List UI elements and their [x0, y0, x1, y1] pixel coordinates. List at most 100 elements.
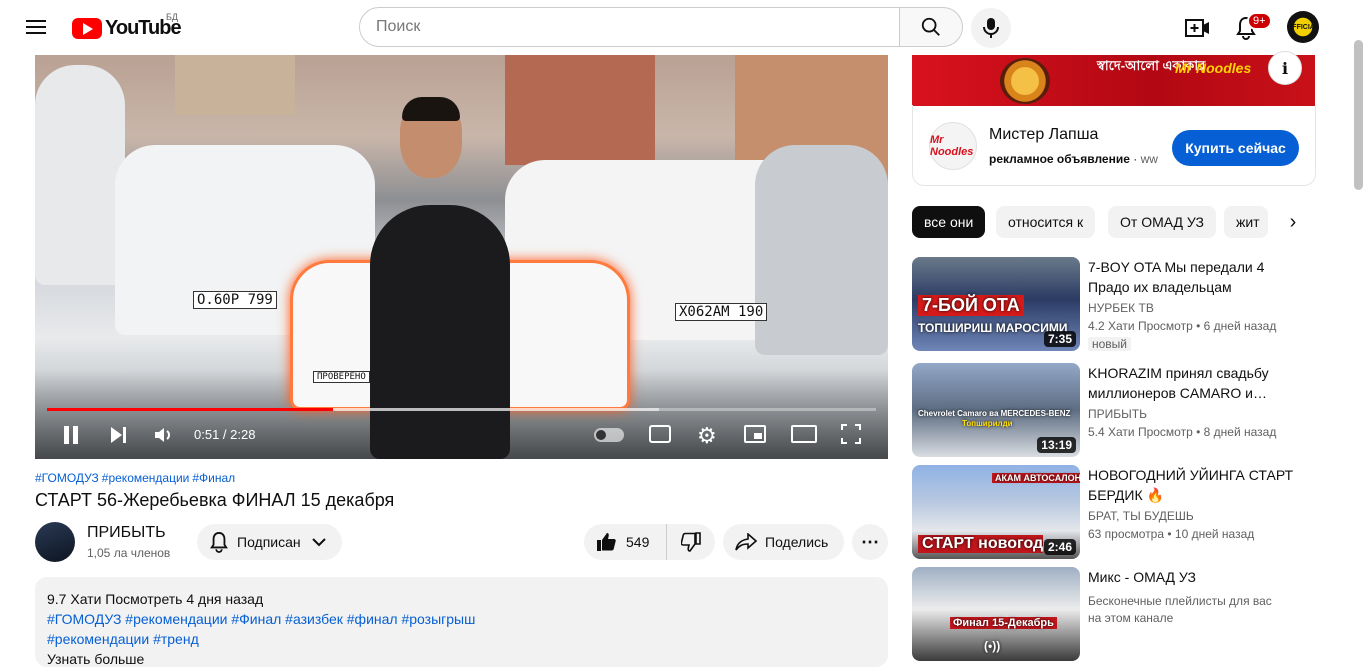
youtube-logo[interactable]: YouTube [72, 17, 182, 39]
advertiser-name[interactable]: Мистер Лапша [989, 126, 1098, 144]
settings-gear-icon[interactable]: ⚙ [697, 423, 717, 449]
video-thumbnail[interactable]: АКАМ АВТОСАЛОН СТАРТ новогодний 2:46 [912, 465, 1080, 559]
create-button[interactable] [1179, 8, 1219, 48]
description-tags[interactable]: #рекомендации #тренд [47, 629, 876, 649]
video-thumbnail[interactable]: Chevrolet Camaro ва MERCEDES-BENZ Топшир… [912, 363, 1080, 457]
recommended-video-meta: на этом канале [1088, 611, 1174, 625]
subscriber-count: 1,05 ла членов [87, 546, 171, 560]
recommended-mix[interactable]: Финал 15-Декабрь (•)) Микс - ОМАД УЗ Бес… [912, 567, 1316, 661]
hashtag-link[interactable]: #рекомендации [102, 471, 190, 485]
top-bar: YouTube БД Поиск 9+ OFFICIAL [0, 0, 1366, 56]
recommended-video-meta: 4.2 Хати Просмотр • 6 дней назад [1088, 319, 1277, 333]
chip-all[interactable]: все они [912, 206, 986, 238]
share-icon [735, 533, 757, 551]
video-duration: 2:46 [1043, 539, 1076, 555]
bell-icon [210, 531, 228, 553]
video-hashtags: #ГОМОДУЗ #рекомендации #Финал [35, 471, 238, 485]
search-input[interactable]: Поиск [359, 7, 901, 47]
video-thumbnail[interactable]: 7-БОЙ ОТА ТОПШИРИШ МАРОСИМИ 7:35 [912, 257, 1080, 351]
recommended-video-title[interactable]: Микс - ОМАД УЗ [1088, 567, 1298, 587]
advertiser-logo[interactable]: Mr Noodles [929, 122, 977, 170]
chevron-right-icon[interactable]: › [1277, 206, 1309, 238]
recommended-video[interactable]: 7-БОЙ ОТА ТОПШИРИШ МАРОСИМИ 7:35 7-BOY O… [912, 257, 1316, 351]
microphone-icon [983, 18, 999, 38]
recommended-video-channel: Бесконечные плейлисты для вас [1088, 594, 1272, 608]
recommended-video-channel[interactable]: НУРБЕК ТВ [1088, 301, 1154, 315]
share-button[interactable]: Поделись [723, 524, 844, 560]
ad-brand-logo: Mr Noodles [1175, 60, 1252, 76]
time-display: 0:51 / 2:28 [194, 427, 256, 442]
car-label: ПРОВЕРЕНО [313, 371, 370, 383]
chip-related[interactable]: относится к [996, 206, 1096, 238]
like-button[interactable]: 549 [584, 524, 667, 560]
noodle-bowl-image [1000, 58, 1050, 104]
recommended-video-meta: 5.4 Хати Просмотр • 8 дней назад [1088, 425, 1277, 439]
buy-now-button[interactable]: Купить сейчас [1172, 130, 1299, 166]
presenter-hair [402, 97, 460, 121]
thumbnail-text: СТАРТ новогодний [918, 535, 1043, 553]
next-icon[interactable] [109, 426, 127, 449]
presenter-body [370, 205, 510, 459]
video-duration: 13:19 [1037, 437, 1076, 453]
thumbnail-text: Топширилди [962, 419, 1013, 428]
volume-icon[interactable] [154, 426, 176, 449]
description-tags[interactable]: #ГОМОДУЗ #рекомендации #Финал #азизбек #… [47, 609, 876, 629]
mix-radio-icon: (•)) [984, 639, 1001, 653]
autoplay-toggle[interactable] [594, 428, 624, 442]
pause-icon[interactable] [62, 426, 80, 444]
thumbnail-text: АКАМ АВТОСАЛОН [992, 473, 1080, 483]
new-badge: новый [1088, 337, 1132, 351]
description-box[interactable]: 9.7 Хати Посмотреть 4 дня назад #ГОМОДУЗ… [35, 577, 888, 667]
scrollbar-thumb[interactable] [1354, 40, 1363, 190]
video-duration: 7:35 [1043, 331, 1076, 347]
hashtag-link[interactable]: #ГОМОДУЗ [35, 471, 99, 485]
youtube-play-icon [72, 17, 102, 39]
more-actions-button[interactable]: ⋯ [852, 524, 888, 560]
license-plate: О.60Р 799 [193, 291, 277, 309]
dislike-button[interactable] [667, 524, 715, 560]
search-button[interactable] [899, 7, 963, 47]
miniplayer-icon[interactable] [744, 425, 766, 443]
channel-avatar[interactable] [35, 522, 75, 562]
subscribed-button[interactable]: Подписан [197, 524, 342, 560]
recommended-video[interactable]: Chevrolet Camaro ва MERCEDES-BENZ Топшир… [912, 363, 1316, 457]
thumbs-down-icon [681, 532, 701, 552]
recommended-video-meta: 63 просмотра • 10 дней назад [1088, 527, 1255, 541]
recommended-video-channel[interactable]: ПРИБЫТЬ [1088, 407, 1147, 421]
video-player[interactable]: О.60Р 799 Х062АМ 190 ПРОВЕРЕНО 0:51 / 2:… [35, 55, 888, 459]
country-code: БД [166, 12, 179, 22]
sponsored-label: рекламное объявление [989, 152, 1130, 166]
background-car [755, 145, 888, 355]
channel-name[interactable]: ПРИБЫТЬ [87, 524, 166, 542]
like-count: 549 [626, 534, 650, 550]
account-avatar[interactable]: OFFICIAL [1287, 11, 1319, 43]
voice-search-button[interactable] [971, 8, 1011, 48]
fullscreen-icon[interactable] [841, 424, 861, 444]
chip-partial[interactable]: жит [1224, 206, 1268, 238]
recommended-video-title[interactable]: KHORAZIM принял свадьбу миллионеров CAMA… [1088, 363, 1298, 403]
description-meta: 9.7 Хати Посмотреть 4 дня назад [47, 591, 264, 607]
video-thumbnail[interactable]: Финал 15-Декабрь (•)) [912, 567, 1080, 661]
subscribe-label: Подписан [237, 534, 301, 550]
recommended-video-channel[interactable]: БРАТ, ТЫ БУДЕШЬ [1088, 509, 1194, 523]
chip-from-channel[interactable]: От ОМАД УЗ [1108, 206, 1216, 238]
theater-mode-icon[interactable] [791, 425, 817, 443]
hashtag-link[interactable]: #Финал [192, 471, 235, 485]
share-label: Поделись [765, 534, 829, 550]
avatar-text: OFFICIAL [1286, 23, 1320, 31]
thumbnail-text: 7-БОЙ ОТА [918, 295, 1024, 316]
thumbnail-text: Chevrolet Camaro ва MERCEDES-BENZ [918, 409, 1071, 418]
background-car [35, 65, 125, 285]
ad-url: ww [1140, 152, 1158, 166]
menu-icon[interactable] [24, 16, 48, 40]
create-video-icon [1185, 19, 1209, 37]
progress-played [47, 408, 333, 411]
chevron-down-icon [311, 538, 326, 547]
subtitles-icon[interactable] [649, 425, 671, 443]
info-icon[interactable]: i [1268, 51, 1302, 85]
search-icon [921, 17, 940, 36]
show-more-link[interactable]: Узнать больше [47, 649, 876, 669]
recommended-video-title[interactable]: НОВОГОДНИЙ УЙИНГА СТАРТ БЕРДИК 🔥 [1088, 465, 1298, 505]
recommended-video-title[interactable]: 7-BOY OTA Мы передали 4 Прадо их владель… [1088, 257, 1298, 297]
recommended-video[interactable]: АКАМ АВТОСАЛОН СТАРТ новогодний 2:46 НОВ… [912, 465, 1316, 559]
